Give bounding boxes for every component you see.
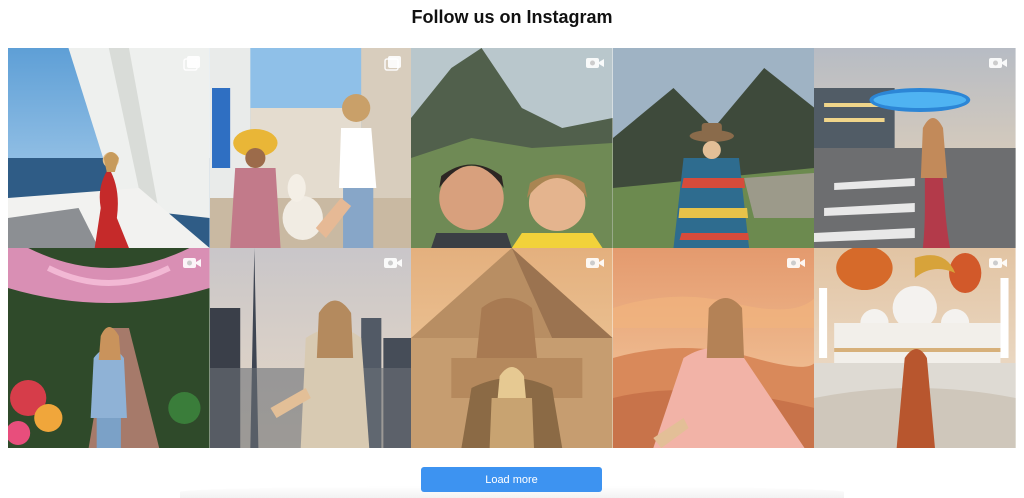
video-icon	[786, 255, 806, 271]
video-icon	[585, 55, 605, 71]
instagram-post-10[interactable]	[814, 248, 1016, 448]
gallery-icon	[383, 55, 403, 71]
instagram-feed-section: Follow us on Instagram Load more	[0, 0, 1024, 498]
instagram-post-2[interactable]	[209, 48, 412, 248]
video-icon	[585, 255, 605, 271]
instagram-post-3[interactable]	[411, 48, 613, 248]
instagram-grid	[8, 48, 1016, 448]
post-image	[209, 248, 412, 448]
post-image	[411, 48, 613, 248]
instagram-post-5[interactable]	[814, 48, 1016, 248]
post-image	[411, 248, 613, 448]
post-image	[8, 48, 210, 248]
post-image	[814, 248, 1016, 448]
section-title: Follow us on Instagram	[411, 7, 613, 27]
post-image	[209, 48, 412, 248]
instagram-post-6[interactable]	[8, 248, 210, 448]
instagram-post-7[interactable]	[209, 248, 412, 448]
video-icon	[988, 255, 1008, 271]
load-more-button[interactable]: Load more	[421, 467, 602, 492]
video-icon	[182, 255, 202, 271]
post-image	[814, 48, 1016, 248]
video-icon	[383, 255, 403, 271]
post-image	[8, 248, 210, 448]
instagram-post-9[interactable]	[612, 248, 815, 448]
post-image	[612, 248, 815, 448]
instagram-post-8[interactable]	[411, 248, 613, 448]
instagram-post-1[interactable]	[8, 48, 210, 248]
video-icon	[988, 55, 1008, 71]
instagram-post-4[interactable]	[612, 48, 815, 248]
post-image	[612, 48, 815, 248]
gallery-icon	[182, 55, 202, 71]
